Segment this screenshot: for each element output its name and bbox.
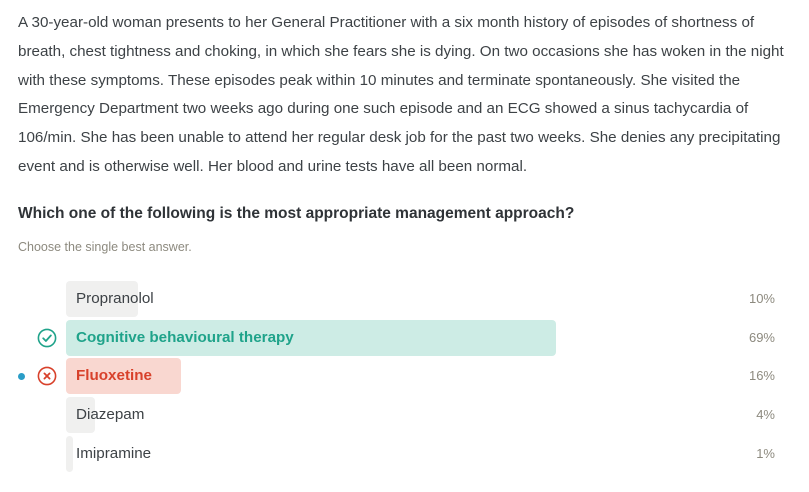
check-circle-icon xyxy=(37,328,57,348)
answer-option-1[interactable]: Propranolol 10% xyxy=(0,281,809,317)
answer-instruction: Choose the single best answer. xyxy=(18,240,192,254)
answer-option-label: Diazepam xyxy=(76,406,145,423)
x-circle-icon xyxy=(37,366,57,386)
answer-option-label: Cognitive behavioural therapy xyxy=(76,329,294,346)
answer-option-percent: 10% xyxy=(748,291,775,306)
selected-answer-indicator xyxy=(18,373,25,380)
answer-option-label: Fluoxetine xyxy=(76,367,152,384)
answer-option-label: Propranolol xyxy=(76,290,154,307)
answer-option-5[interactable]: Imipramine 1% xyxy=(0,436,809,472)
answer-option-4[interactable]: Diazepam 4% xyxy=(0,397,809,433)
question-stem: A 30-year-old woman presents to her Gene… xyxy=(18,14,784,175)
answer-option-percent: 69% xyxy=(748,330,775,345)
answer-option-label: Imipramine xyxy=(76,445,152,462)
answer-option-percent: 16% xyxy=(748,368,775,383)
answer-option-2[interactable]: Cognitive behavioural therapy 69% xyxy=(0,320,809,356)
answer-option-bar xyxy=(66,436,73,472)
question-prompt: Which one of the following is the most a… xyxy=(18,205,575,222)
answer-option-3[interactable]: Fluoxetine 16% xyxy=(0,358,809,394)
answer-option-percent: 1% xyxy=(756,446,775,461)
answer-option-percent: 4% xyxy=(756,407,775,422)
